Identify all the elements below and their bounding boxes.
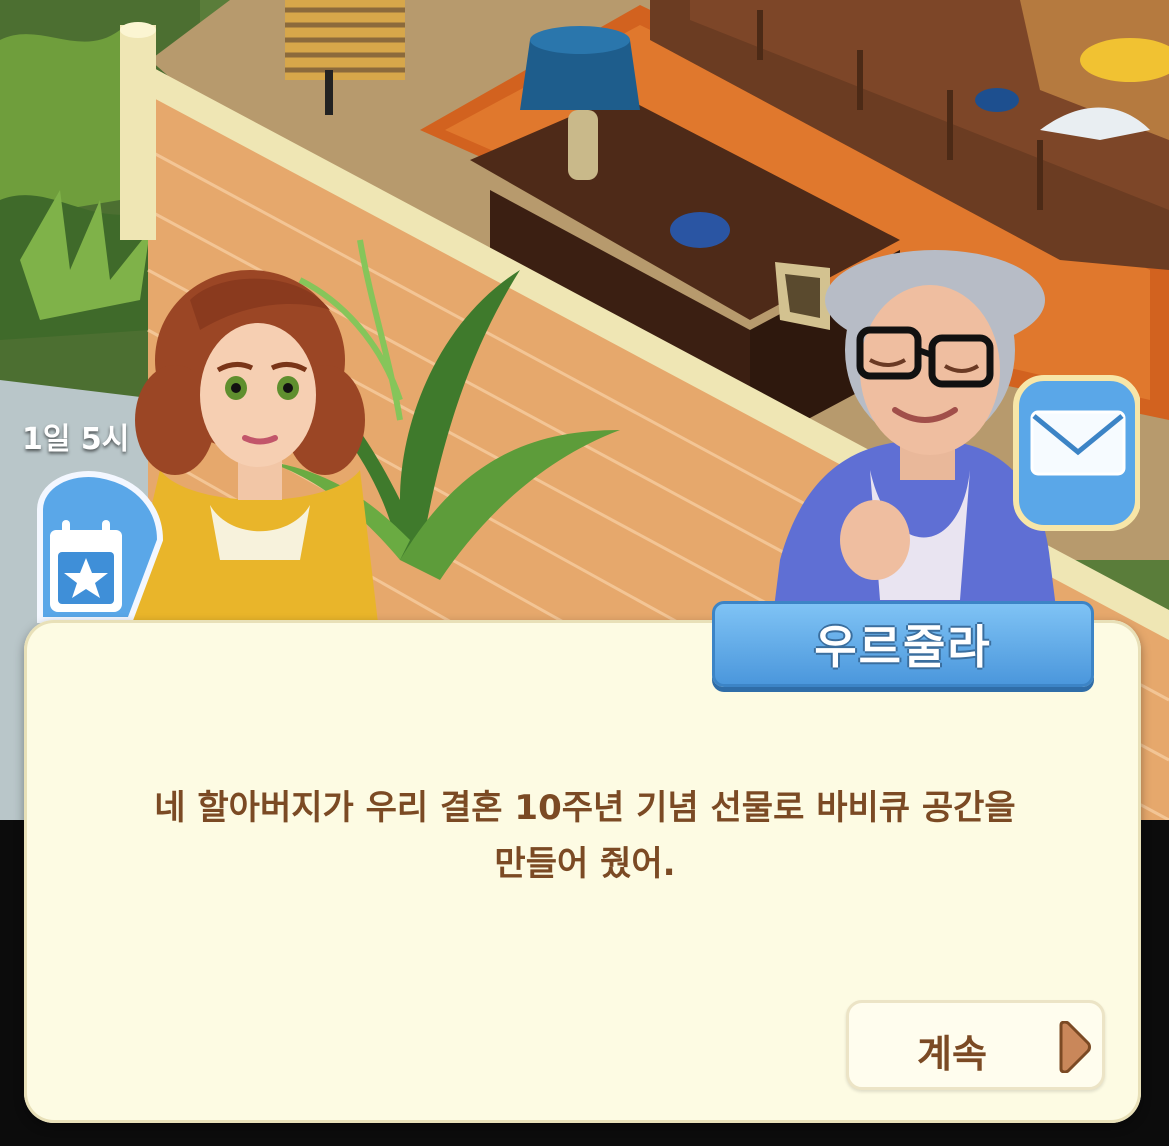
mail-icon bbox=[1013, 375, 1140, 531]
dialog-line-2: 만들어 줬어. bbox=[494, 844, 676, 884]
wall-post bbox=[120, 25, 156, 240]
continue-label: 계속 bbox=[917, 1032, 987, 1076]
play-arrow-icon bbox=[1059, 1021, 1091, 1073]
event-timer: 1일 5시 bbox=[22, 422, 130, 457]
mail-button[interactable] bbox=[1010, 372, 1140, 532]
speaker-name: 우르줄라 bbox=[814, 620, 992, 674]
lamp-base bbox=[568, 110, 598, 180]
blue-bowl bbox=[975, 88, 1019, 112]
dialog-line-1: 네 할아버지가 우리 결혼 10주년 기념 선물로 바비큐 공간을 bbox=[154, 788, 1016, 828]
speaker-name-tag: 우르줄라 bbox=[712, 601, 1094, 687]
dialog-message: 네 할아버지가 우리 결혼 10주년 기념 선물로 바비큐 공간을 만들어 줬어… bbox=[60, 780, 1110, 892]
calendar-star-icon bbox=[37, 471, 164, 623]
blue-dish bbox=[670, 212, 730, 248]
event-calendar-button[interactable] bbox=[30, 470, 170, 640]
continue-button[interactable]: 계속 bbox=[846, 1000, 1105, 1090]
